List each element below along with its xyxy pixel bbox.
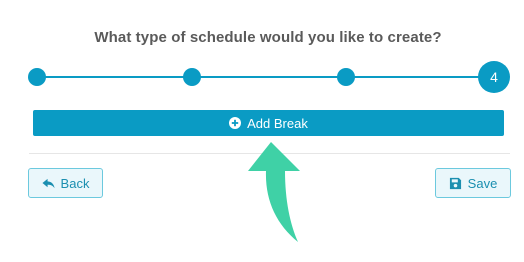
add-break-button[interactable]: Add Break (33, 110, 504, 136)
curved-arrow-icon (248, 142, 300, 242)
wizard-title: What type of schedule would you like to … (94, 29, 442, 46)
plus-circle-icon (229, 117, 242, 129)
back-label: Back (60, 175, 90, 191)
step-4-current[interactable]: 4 (478, 61, 510, 93)
stepper-track (37, 76, 495, 78)
add-break-label: Add Break (247, 115, 308, 131)
floppy-disk-icon (449, 177, 461, 189)
step-2[interactable] (183, 68, 201, 86)
step-3[interactable] (337, 68, 355, 86)
save-label: Save (467, 175, 498, 191)
reply-arrow-icon (42, 178, 55, 188)
back-button[interactable]: Back (28, 168, 103, 198)
step-1[interactable] (28, 68, 46, 86)
save-button[interactable]: Save (435, 168, 511, 198)
